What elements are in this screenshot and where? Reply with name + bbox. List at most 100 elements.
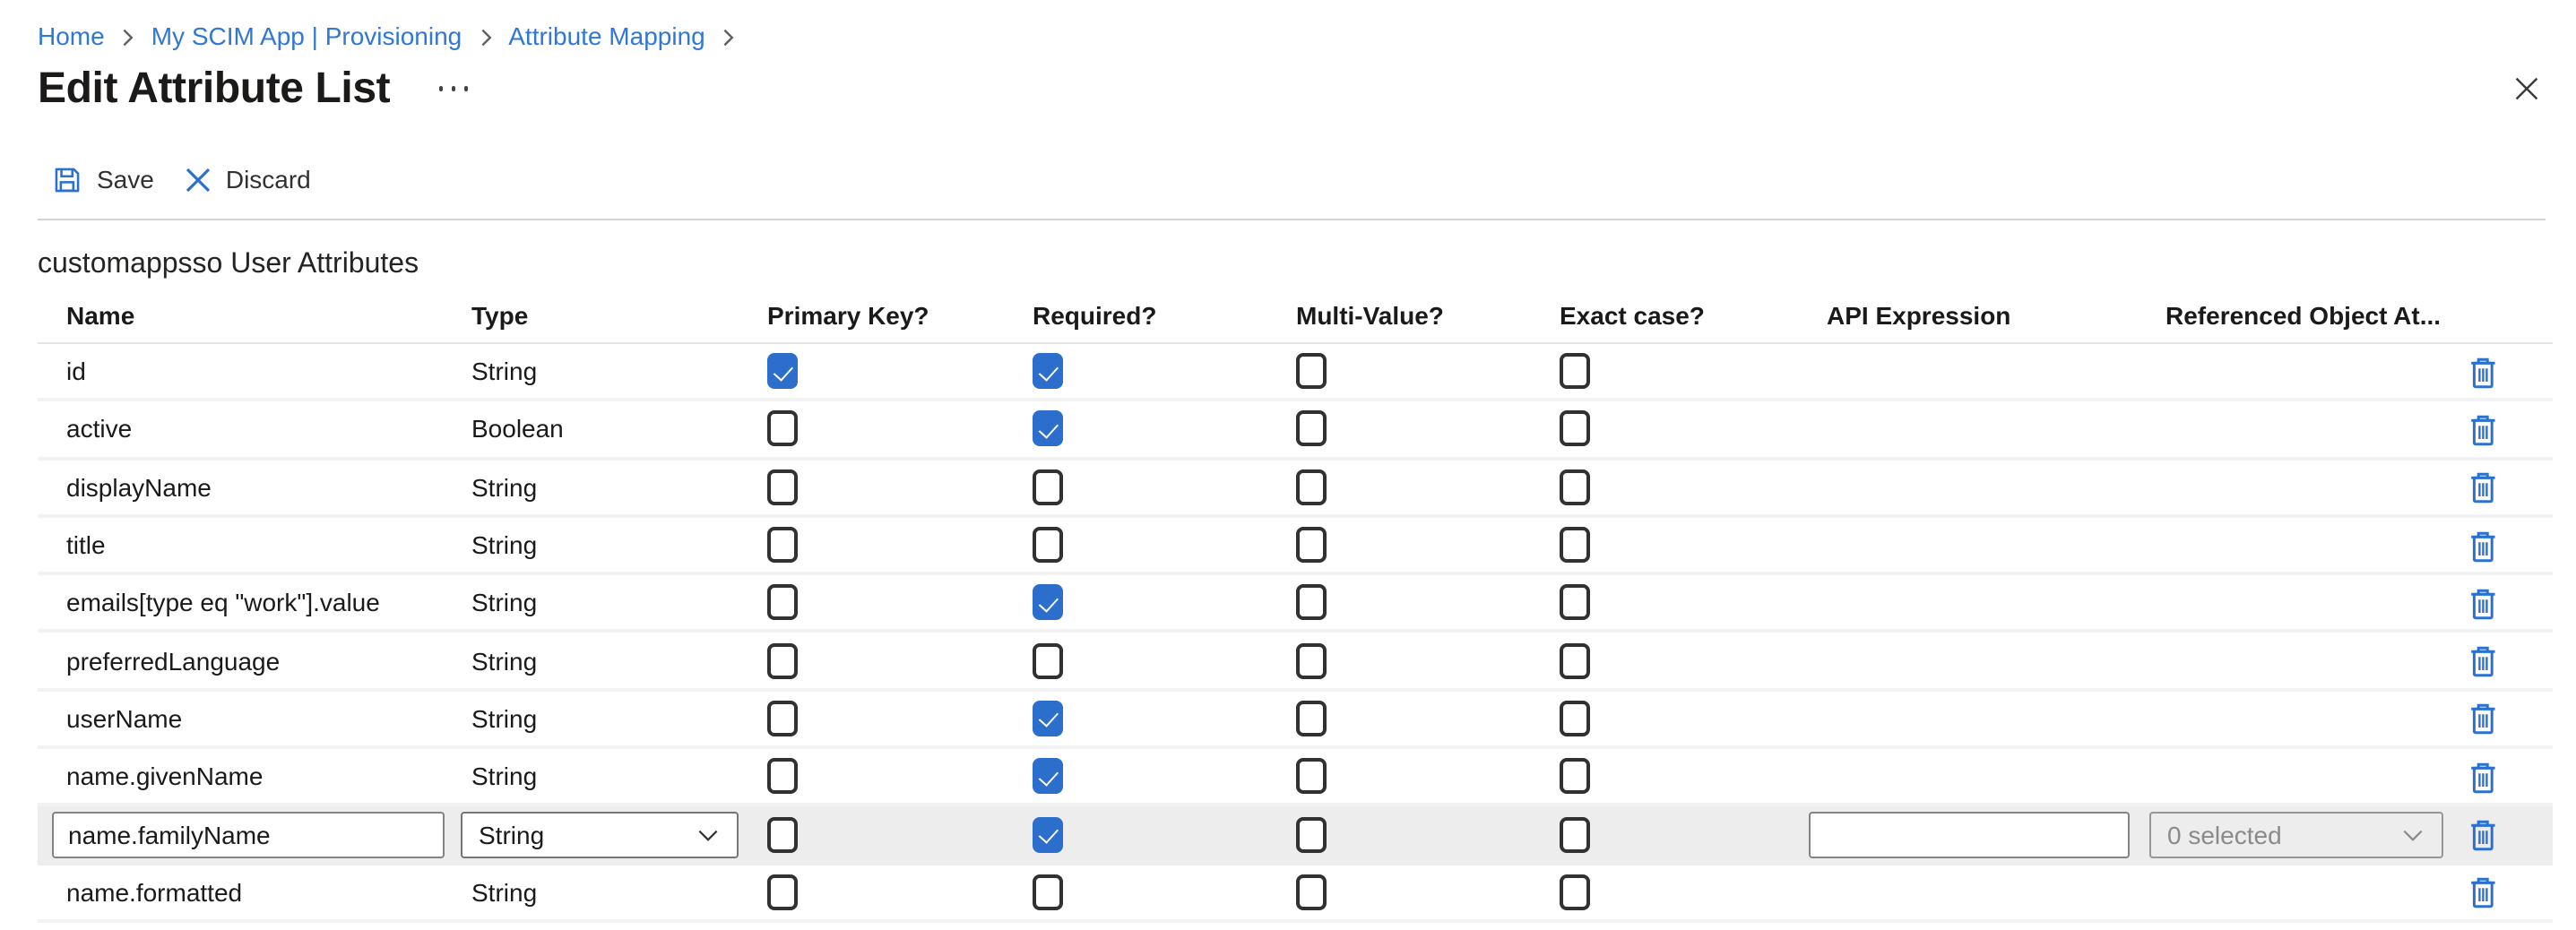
- multi-value-checkbox[interactable]: [1296, 874, 1327, 910]
- required-checkbox[interactable]: [1033, 642, 1063, 678]
- exact-case-checkbox[interactable]: [1560, 527, 1590, 563]
- type-dropdown[interactable]: String: [461, 811, 739, 857]
- multi-value-checkbox[interactable]: [1296, 816, 1327, 852]
- type-cell: String String: [471, 704, 767, 733]
- delete-attribute-button[interactable]: [2465, 815, 2501, 853]
- name-cell: name.familyName: [66, 811, 471, 857]
- required-cell: [1033, 758, 1296, 794]
- more-options-icon: [438, 86, 443, 90]
- required-checkbox[interactable]: [1033, 585, 1063, 621]
- primary-key-cell: [767, 411, 1033, 447]
- attribute-name: name.formatted: [66, 878, 242, 907]
- primary-key-checkbox[interactable]: [767, 701, 798, 736]
- required-cell: [1033, 816, 1296, 852]
- exact-case-checkbox[interactable]: [1560, 701, 1590, 736]
- close-button[interactable]: [2513, 75, 2540, 102]
- primary-key-checkbox[interactable]: [767, 874, 798, 910]
- breadcrumb-item-attribute-mapping[interactable]: Attribute Mapping: [508, 20, 705, 54]
- save-button[interactable]: Save: [52, 164, 154, 194]
- trash-icon: [2465, 468, 2501, 505]
- actions-cell: [2465, 584, 2553, 622]
- name-cell: title: [66, 530, 471, 559]
- attribute-name: id: [66, 357, 86, 385]
- column-header-referenced-object: Referenced Object At...: [2165, 301, 2465, 330]
- multi-value-cell: [1296, 411, 1560, 447]
- primary-key-checkbox[interactable]: [767, 527, 798, 563]
- api-expression-input[interactable]: [1809, 811, 2130, 857]
- exact-case-cell: [1560, 874, 1827, 910]
- multi-value-checkbox[interactable]: [1296, 758, 1327, 794]
- name-cell: name.givenName: [66, 762, 471, 790]
- delete-attribute-button[interactable]: [2465, 700, 2501, 737]
- multi-value-checkbox[interactable]: [1296, 701, 1327, 736]
- exact-case-checkbox[interactable]: [1560, 353, 1590, 389]
- delete-attribute-button[interactable]: [2465, 874, 2501, 911]
- primary-key-cell: [767, 642, 1033, 678]
- exact-case-checkbox[interactable]: [1560, 411, 1590, 447]
- multi-value-checkbox[interactable]: [1296, 585, 1327, 621]
- edit-attribute-list-blade: Home My SCIM App | Provisioning Attribut…: [0, 0, 2576, 930]
- attribute-type: String: [471, 589, 537, 617]
- actions-cell: [2465, 410, 2553, 448]
- referenced-object-dropdown[interactable]: 0 selected: [2149, 811, 2443, 857]
- table-row: userName String String: [38, 692, 2553, 750]
- primary-key-checkbox[interactable]: [767, 411, 798, 447]
- required-checkbox[interactable]: [1033, 816, 1063, 852]
- type-cell: String String: [471, 878, 767, 907]
- breadcrumb-item-home[interactable]: Home: [38, 20, 105, 54]
- primary-key-checkbox[interactable]: [767, 585, 798, 621]
- exact-case-checkbox[interactable]: [1560, 758, 1590, 794]
- required-checkbox[interactable]: [1033, 411, 1063, 447]
- attribute-name: displayName: [66, 472, 212, 501]
- primary-key-checkbox[interactable]: [767, 469, 798, 504]
- trash-icon: [2465, 757, 2501, 795]
- exact-case-checkbox[interactable]: [1560, 585, 1590, 621]
- trash-icon: [2465, 584, 2501, 622]
- delete-attribute-button[interactable]: [2465, 526, 2501, 564]
- exact-case-checkbox[interactable]: [1560, 469, 1590, 504]
- discard-button[interactable]: Discard: [185, 165, 311, 194]
- attribute-type: Boolean: [471, 415, 564, 443]
- required-checkbox[interactable]: [1033, 874, 1063, 910]
- primary-key-cell: [767, 585, 1033, 621]
- type-cell: String String: [471, 589, 767, 617]
- multi-value-cell: [1296, 874, 1560, 910]
- primary-key-checkbox[interactable]: [767, 758, 798, 794]
- multi-value-cell: [1296, 816, 1560, 852]
- page-title: Edit Attribute List: [38, 63, 390, 116]
- multi-value-checkbox[interactable]: [1296, 469, 1327, 504]
- delete-attribute-button[interactable]: [2465, 642, 2501, 679]
- attribute-type: String: [471, 704, 537, 733]
- multi-value-checkbox[interactable]: [1296, 527, 1327, 563]
- required-cell: [1033, 527, 1296, 563]
- delete-attribute-button[interactable]: [2465, 757, 2501, 795]
- multi-value-checkbox[interactable]: [1296, 411, 1327, 447]
- more-options-button[interactable]: [438, 86, 469, 90]
- breadcrumb-item-provisioning[interactable]: My SCIM App | Provisioning: [151, 20, 462, 54]
- attribute-name-input[interactable]: [52, 811, 445, 857]
- delete-attribute-button[interactable]: [2465, 584, 2501, 622]
- save-label: Save: [97, 165, 154, 194]
- column-header-primary-key: Primary Key?: [767, 301, 1033, 330]
- required-checkbox[interactable]: [1033, 527, 1063, 563]
- multi-value-checkbox[interactable]: [1296, 353, 1327, 389]
- exact-case-checkbox[interactable]: [1560, 874, 1590, 910]
- delete-attribute-button[interactable]: [2465, 410, 2501, 448]
- discard-icon: [185, 166, 212, 193]
- required-checkbox[interactable]: [1033, 758, 1063, 794]
- api-expression-cell: [1827, 811, 2165, 857]
- primary-key-checkbox[interactable]: [767, 642, 798, 678]
- required-checkbox[interactable]: [1033, 469, 1063, 504]
- exact-case-checkbox[interactable]: [1560, 816, 1590, 852]
- actions-cell: [2465, 757, 2553, 795]
- required-checkbox[interactable]: [1033, 701, 1063, 736]
- delete-attribute-button[interactable]: [2465, 468, 2501, 505]
- exact-case-checkbox[interactable]: [1560, 642, 1590, 678]
- required-checkbox[interactable]: [1033, 353, 1063, 389]
- multi-value-checkbox[interactable]: [1296, 642, 1327, 678]
- primary-key-checkbox[interactable]: [767, 816, 798, 852]
- primary-key-checkbox[interactable]: [767, 353, 798, 389]
- primary-key-cell: [767, 816, 1033, 852]
- delete-attribute-button[interactable]: [2465, 352, 2501, 390]
- command-bar: Save Discard: [52, 158, 2540, 201]
